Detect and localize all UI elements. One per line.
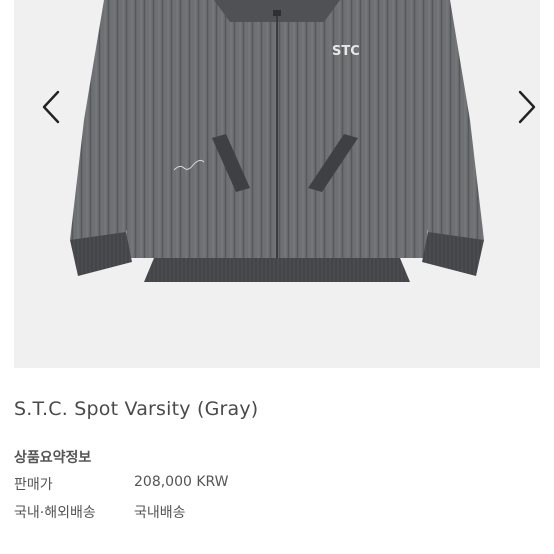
price-value: 208,000 KRW [134,474,229,490]
product-title: S.T.C. Spot Varsity (Gray) [14,398,259,420]
chevron-right-icon [518,90,536,124]
next-image-button[interactable] [508,80,540,134]
shipping-label: 국내·해외배송 [14,505,96,521]
product-image-gallery: STC [14,0,540,368]
chevron-left-icon [42,90,60,124]
chest-logo-text: STC [332,44,360,59]
product-image: STC [70,0,484,282]
previous-image-button[interactable] [32,80,72,134]
product-summary-heading: 상품요약정보 [14,450,92,466]
shipping-value: 국내배송 [134,505,186,521]
price-label: 판매가 [14,477,53,493]
